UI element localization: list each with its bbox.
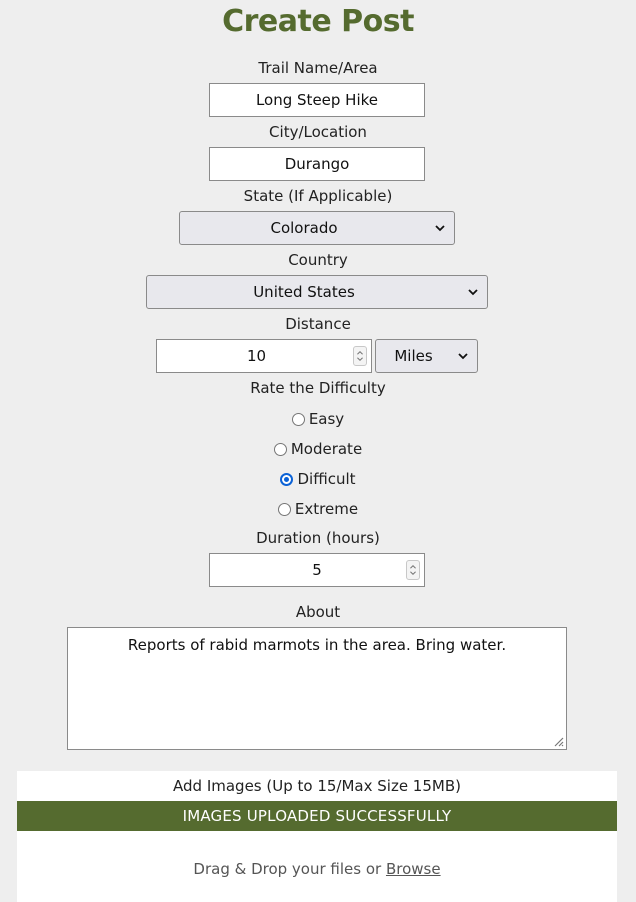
state-selected-value: Colorado [270, 219, 338, 237]
difficulty-label: Rate the Difficulty [250, 379, 386, 397]
radio-option-extreme[interactable]: Extreme [0, 499, 636, 519]
distance-label: Distance [285, 315, 351, 333]
radio-label: Difficult [297, 470, 356, 488]
resize-handle-icon[interactable] [552, 735, 564, 747]
chevron-down-icon [435, 225, 445, 232]
distance-unit-value: Miles [394, 347, 433, 365]
number-spinner-icon[interactable] [406, 560, 420, 580]
radio-option-difficult[interactable]: Difficult [0, 469, 636, 489]
upload-success-banner: IMAGES UPLOADED SUCCESSFULLY [17, 801, 617, 831]
city-input[interactable]: Durango [209, 147, 425, 181]
duration-value: 5 [312, 561, 322, 579]
radio-button[interactable] [273, 442, 287, 456]
distance-unit-select[interactable]: Miles [375, 339, 478, 373]
upload-title: Add Images (Up to 15/Max Size 15MB) [173, 777, 461, 795]
chevron-down-icon [458, 353, 468, 360]
state-label: State (If Applicable) [243, 187, 393, 205]
city-label: City/Location [269, 123, 367, 141]
country-select[interactable]: United States [146, 275, 488, 309]
about-label: About [295, 603, 341, 621]
duration-input[interactable]: 5 [209, 553, 425, 587]
about-text: Reports of rabid marmots in the area. Br… [127, 636, 507, 654]
duration-label: Duration (hours) [256, 529, 380, 547]
country-selected-value: United States [253, 283, 355, 301]
trail-name-label: Trail Name/Area [258, 59, 378, 77]
radio-button-checked[interactable] [280, 472, 294, 486]
drop-text: Drag & Drop your files or [193, 860, 386, 878]
image-upload-area[interactable]: Add Images (Up to 15/Max Size 15MB) IMAG… [17, 771, 617, 902]
state-select[interactable]: Colorado [179, 211, 455, 245]
chevron-down-icon [468, 289, 478, 296]
country-label: Country [288, 251, 348, 269]
create-post-page: Create Post Trail Name/Area Long Steep H… [0, 0, 636, 902]
distance-input[interactable]: 10 [156, 339, 372, 373]
about-textarea[interactable]: Reports of rabid marmots in the area. Br… [67, 627, 567, 750]
trail-name-input[interactable]: Long Steep Hike [209, 83, 425, 117]
page-title: Create Post [222, 4, 414, 39]
browse-link[interactable]: Browse [386, 860, 441, 878]
distance-value: 10 [247, 347, 267, 365]
radio-option-moderate[interactable]: Moderate [0, 439, 636, 459]
radio-label: Extreme [294, 500, 359, 518]
radio-button[interactable] [291, 412, 305, 426]
radio-option-easy[interactable]: Easy [0, 409, 636, 429]
radio-label: Moderate [290, 440, 363, 458]
radio-button[interactable] [277, 502, 291, 516]
upload-drop-zone[interactable]: Drag & Drop your files or Browse [17, 860, 617, 878]
number-spinner-icon[interactable] [353, 346, 367, 366]
radio-label: Easy [308, 410, 345, 428]
